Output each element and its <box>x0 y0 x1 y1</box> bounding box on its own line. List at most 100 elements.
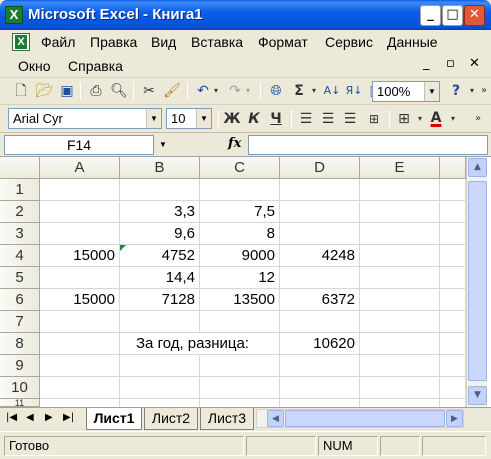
italic-button[interactable]: К <box>244 109 264 129</box>
column-header-d[interactable]: D <box>280 157 360 179</box>
save-icon[interactable]: ▣ <box>57 81 77 101</box>
cell-e7[interactable] <box>360 311 440 333</box>
row-header[interactable]: 4 <box>0 245 40 267</box>
cell-d1[interactable] <box>280 179 360 201</box>
cell-d5[interactable] <box>280 267 360 289</box>
cell-b6[interactable]: 7128 <box>120 289 200 311</box>
cell-a2[interactable] <box>40 201 120 223</box>
row-header[interactable]: 2 <box>0 201 40 223</box>
row-header[interactable]: 8 <box>0 333 40 355</box>
doc-restore-button[interactable]: ▫ <box>446 56 455 71</box>
cell-c8[interactable] <box>200 333 280 355</box>
cell-f8[interactable] <box>440 333 466 355</box>
underline-button[interactable]: Ч <box>266 109 286 129</box>
cell-a9[interactable] <box>40 355 120 377</box>
bold-button[interactable]: Ж <box>222 109 242 129</box>
cell-e5[interactable] <box>360 267 440 289</box>
format-painter-icon[interactable]: 🖌︎ <box>162 81 182 101</box>
last-sheet-icon[interactable]: ▶| <box>63 412 74 423</box>
cell-f1[interactable] <box>440 179 466 201</box>
cell-e4[interactable] <box>360 245 440 267</box>
cell-f2[interactable] <box>440 201 466 223</box>
next-sheet-icon[interactable]: ▶ <box>45 412 53 423</box>
menu-view[interactable]: Вид <box>151 34 176 50</box>
column-header-a[interactable]: A <box>40 157 120 179</box>
cell-d9[interactable] <box>280 355 360 377</box>
print-icon[interactable]: ⎙ <box>86 81 106 101</box>
align-left-icon[interactable]: ☰ <box>296 109 316 129</box>
name-box[interactable]: F14 <box>4 135 154 155</box>
cell-d11[interactable] <box>280 399 360 407</box>
cell-c7[interactable] <box>200 311 280 333</box>
cell-f11[interactable] <box>440 399 466 407</box>
sort-ascending-icon[interactable]: A↓ <box>322 81 342 101</box>
cell-e2[interactable] <box>360 201 440 223</box>
cell-e11[interactable] <box>360 399 440 407</box>
cell-c6[interactable]: 13500 <box>200 289 280 311</box>
cell-b2[interactable]: 3,3 <box>120 201 200 223</box>
hyperlink-icon[interactable]: 🌐︎ <box>266 81 286 101</box>
toolbar-options-icon[interactable]: » <box>474 81 491 101</box>
menu-edit[interactable]: Правка <box>90 34 137 50</box>
chevron-down-icon[interactable]: ▼ <box>196 109 211 128</box>
cell-a1[interactable] <box>40 179 120 201</box>
cell-b11[interactable] <box>120 399 200 407</box>
autosum-dropdown-icon[interactable]: ▾ <box>304 81 324 101</box>
formula-input[interactable] <box>248 135 488 155</box>
cell-b8[interactable]: За год, разница: <box>120 333 249 355</box>
cell-b9[interactable] <box>120 355 200 377</box>
cell-b5[interactable]: 14,4 <box>120 267 200 289</box>
insert-function-icon[interactable]: fx <box>228 136 241 151</box>
cell-d6[interactable]: 6372 <box>280 289 360 311</box>
cell-e1[interactable] <box>360 179 440 201</box>
row-header[interactable]: 9 <box>0 355 40 377</box>
cell-b7[interactable] <box>120 311 200 333</box>
excel-icon[interactable]: X <box>5 6 23 24</box>
print-preview-icon[interactable]: 🔍︎ <box>109 81 129 101</box>
cell-d2[interactable] <box>280 201 360 223</box>
scroll-left-icon[interactable]: ◀ <box>267 410 284 427</box>
cell-a11[interactable] <box>40 399 120 407</box>
toolbar-options-icon[interactable]: » <box>468 109 488 129</box>
menu-format[interactable]: Формат <box>258 34 308 50</box>
row-header[interactable]: 7 <box>0 311 40 333</box>
cell-f4[interactable] <box>440 245 466 267</box>
cell-d4[interactable]: 4248 <box>280 245 360 267</box>
cell-e9[interactable] <box>360 355 440 377</box>
cell-a3[interactable] <box>40 223 120 245</box>
vertical-scrollbar[interactable]: ▲ ▼ <box>466 157 487 407</box>
new-icon[interactable]: 🗋 <box>11 81 31 101</box>
chevron-down-icon[interactable]: ▼ <box>424 82 439 101</box>
vertical-scroll-thumb[interactable] <box>468 181 487 381</box>
merge-center-icon[interactable]: ⊞ <box>364 109 384 129</box>
cell-c9[interactable] <box>200 355 280 377</box>
cell-d3[interactable] <box>280 223 360 245</box>
doc-close-button[interactable]: ✕ <box>469 56 480 71</box>
open-icon[interactable]: 📂︎ <box>34 81 54 101</box>
horizontal-scrollbar[interactable]: ◀ ▶ <box>256 409 464 428</box>
font-size-select[interactable]: 10 ▼ <box>166 108 212 129</box>
menu-help[interactable]: Справка <box>68 58 123 74</box>
menu-tools[interactable]: Сервис <box>325 34 373 50</box>
cell-f6[interactable] <box>440 289 466 311</box>
prev-sheet-icon[interactable]: ◀ <box>26 412 34 423</box>
row-header[interactable]: 6 <box>0 289 40 311</box>
sort-descending-icon[interactable]: Я↓ <box>344 81 364 101</box>
cell-f5[interactable] <box>440 267 466 289</box>
doc-minimize-button[interactable]: _ <box>423 56 430 71</box>
cell-d8[interactable]: 10620 <box>280 333 360 355</box>
cell-c1[interactable] <box>200 179 280 201</box>
row-header[interactable]: 11 <box>0 399 40 407</box>
cell-e3[interactable] <box>360 223 440 245</box>
align-right-icon[interactable]: ☰ <box>340 109 360 129</box>
cell-d7[interactable] <box>280 311 360 333</box>
cell-c10[interactable] <box>200 377 280 399</box>
sheet-tab-3[interactable]: Лист3 <box>200 408 254 430</box>
cell-e6[interactable] <box>360 289 440 311</box>
cell-c2[interactable]: 7,5 <box>200 201 280 223</box>
cell-a10[interactable] <box>40 377 120 399</box>
row-header[interactable]: 5 <box>0 267 40 289</box>
cell-b1[interactable] <box>120 179 200 201</box>
chevron-down-icon[interactable]: ▼ <box>154 135 172 155</box>
cut-icon[interactable]: ✂ <box>139 81 159 101</box>
